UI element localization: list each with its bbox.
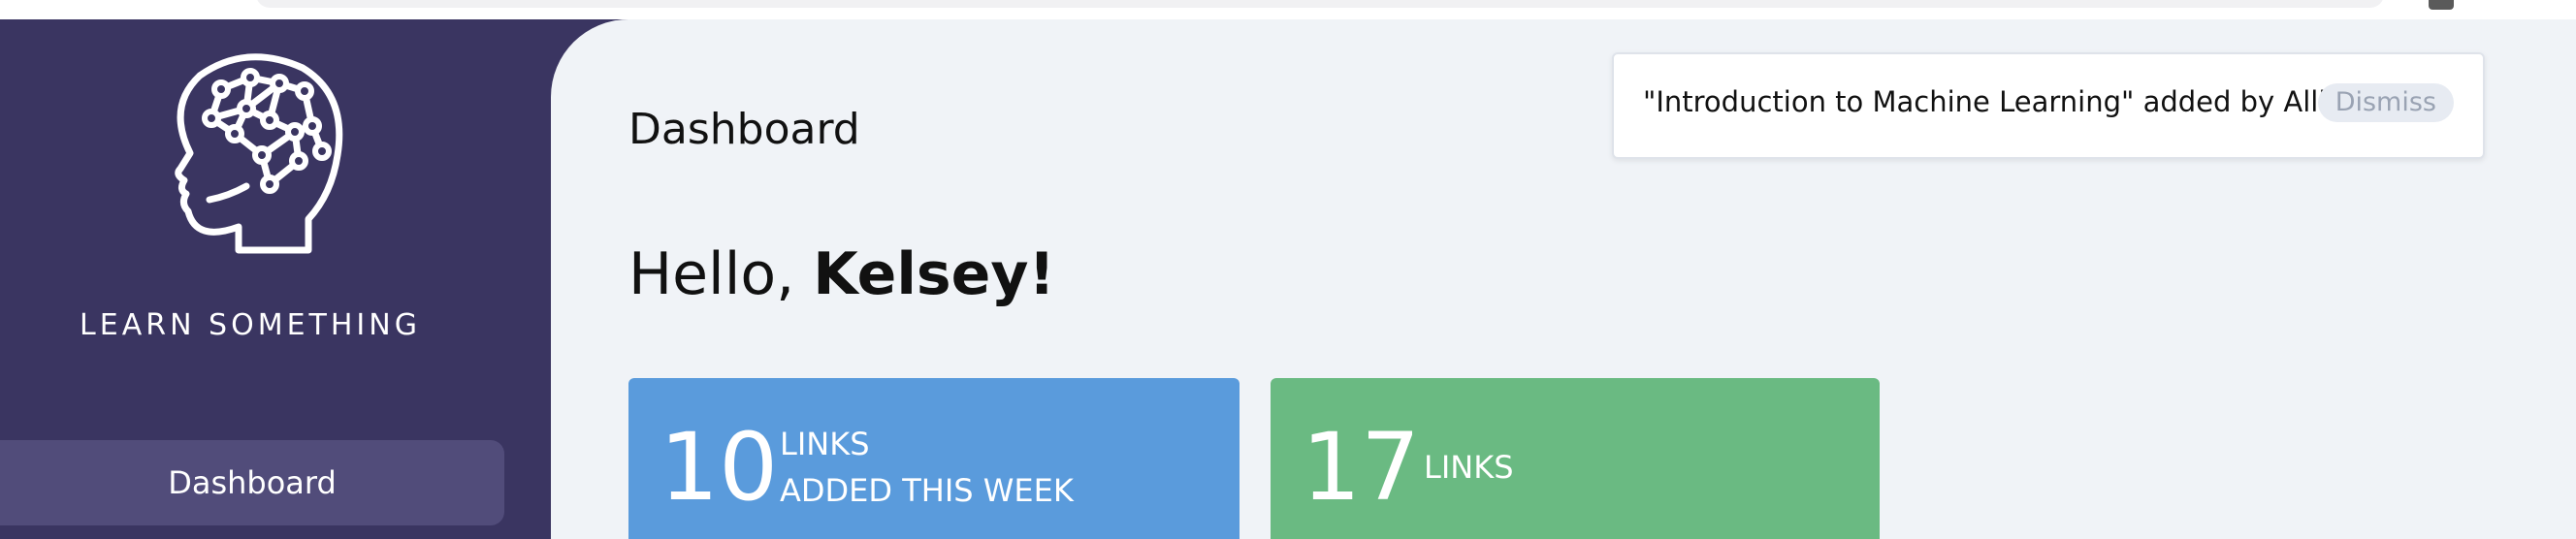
page-title: Dashboard [628, 105, 860, 154]
brain-head-icon [175, 53, 343, 254]
notification-toast: "Introduction to Machine Learning" added… [1612, 52, 2485, 159]
notification-message: "Introduction to Machine Learning" added… [1643, 85, 2376, 118]
main-content: Dashboard Hello, Kelsey! 10 LINKS ADDED … [551, 19, 2576, 539]
stat-card-links-this-week[interactable]: 10 LINKS ADDED THIS WEEK [628, 378, 1240, 539]
sidebar-item-dashboard[interactable]: Dashboard [0, 440, 504, 525]
sidebar-item-label: Dashboard [168, 464, 337, 501]
address-bar[interactable] [256, 0, 2384, 8]
stat-label-line1: LINKS [780, 426, 870, 462]
stat-value: 17 [1302, 413, 1421, 522]
dismiss-button[interactable]: Dismiss [2317, 83, 2454, 122]
greeting-prefix: Hello, [628, 240, 814, 308]
extension-icon[interactable] [2429, 0, 2454, 10]
stat-label-line2: ADDED THIS WEEK [780, 472, 1074, 509]
stat-card-links-total[interactable]: 17 LINKS [1271, 378, 1880, 539]
user-name: Kelsey! [813, 240, 1055, 308]
stat-label: LINKS ADDED THIS WEEK [780, 421, 1074, 514]
greeting: Hello, Kelsey! [628, 240, 1055, 308]
stat-label: LINKS [1424, 449, 1514, 486]
brand-name: LEARN SOMETHING [80, 308, 421, 342]
browser-top-bar [0, 0, 2576, 19]
stat-value: 10 [660, 413, 779, 522]
